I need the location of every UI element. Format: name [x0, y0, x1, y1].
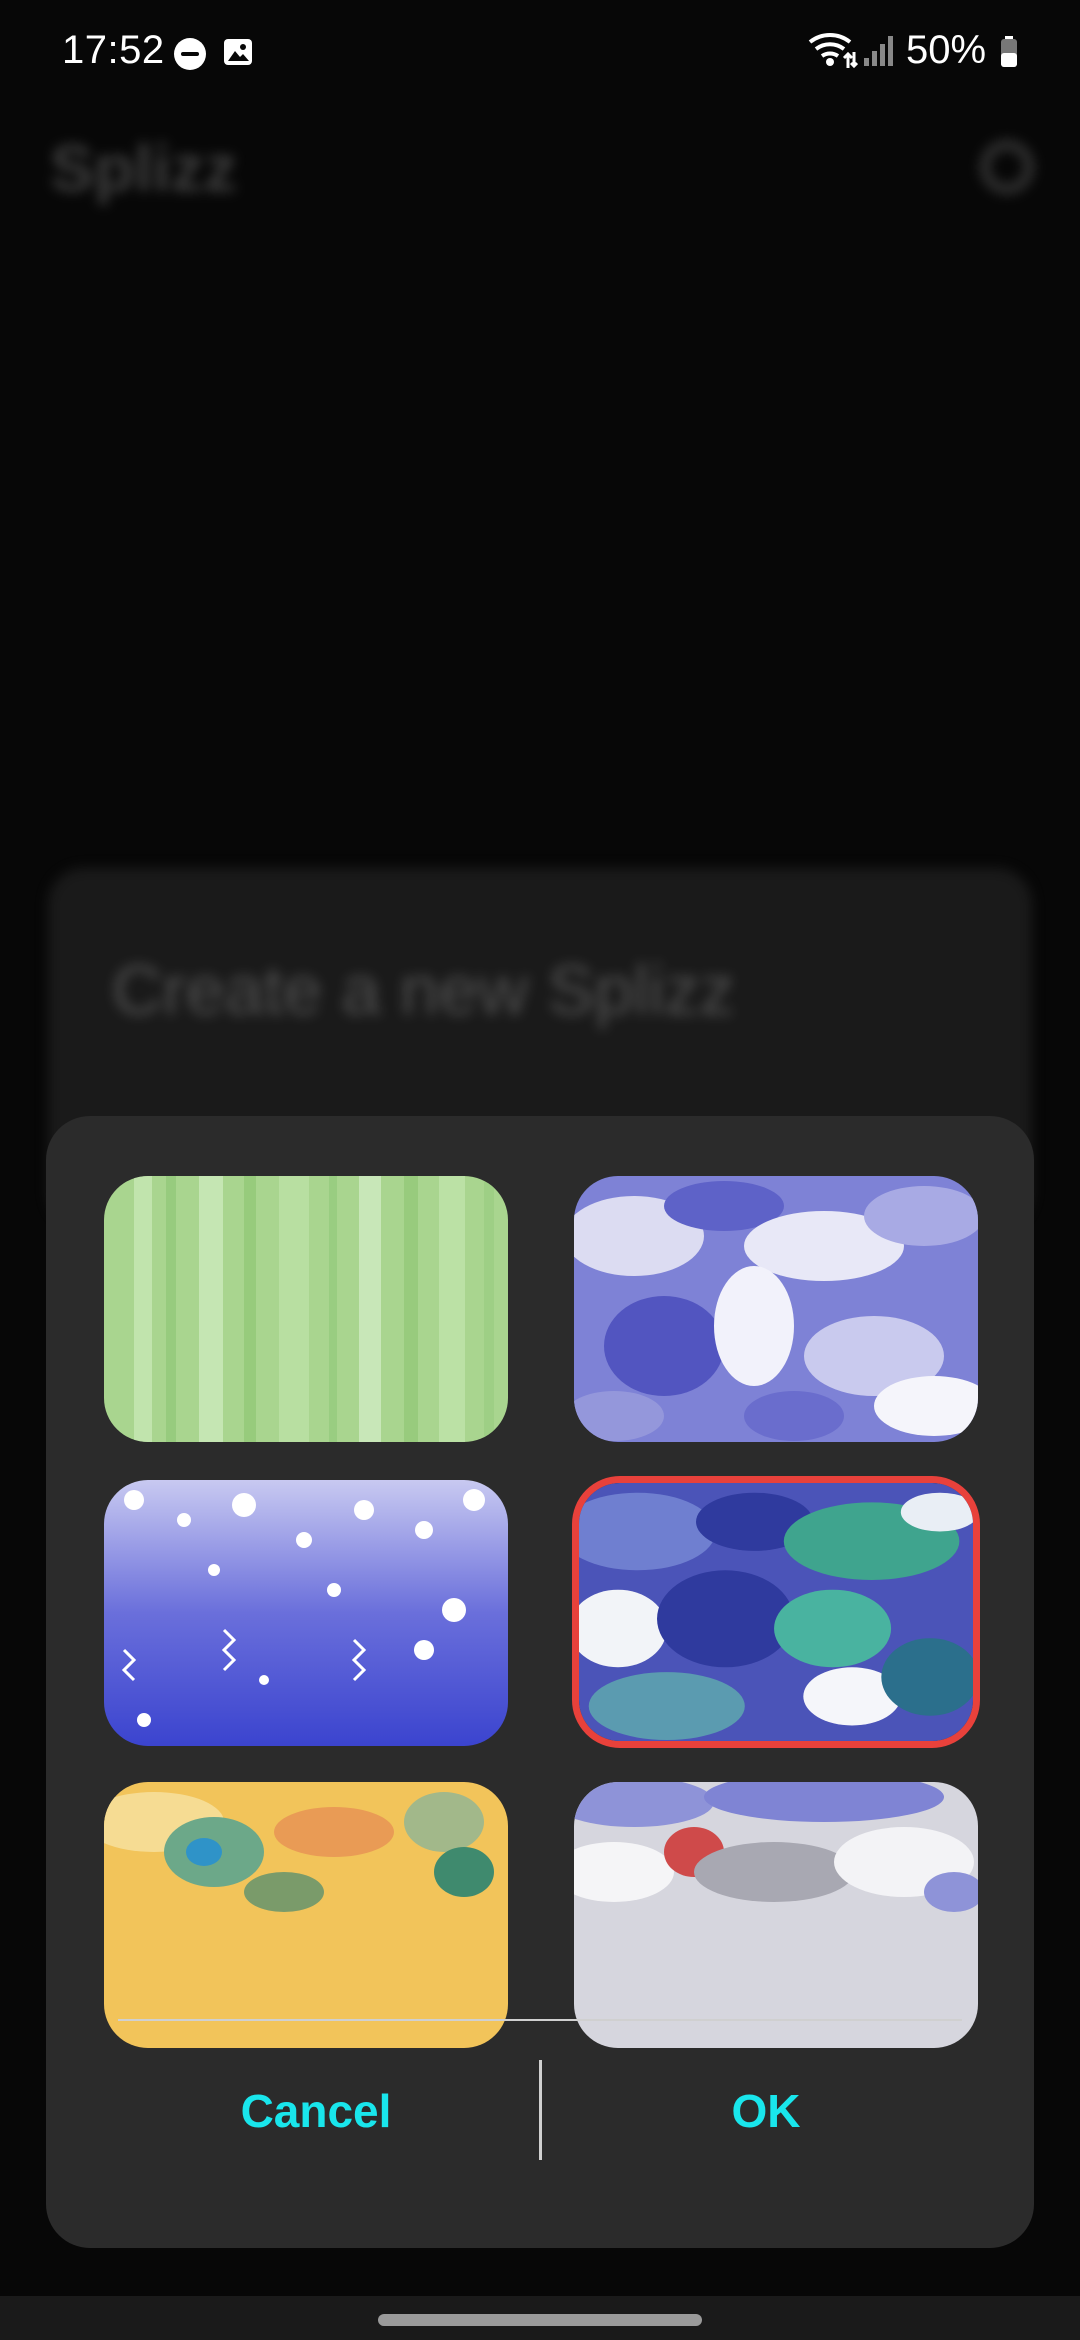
status-bar: 17:52 50%: [0, 0, 1080, 110]
background-option-blue-white-swirl[interactable]: [574, 1176, 978, 1442]
background-option-green-streaks[interactable]: [104, 1176, 508, 1442]
battery-level: 50%: [906, 28, 987, 72]
create-card-label: Create a new Splizz: [112, 951, 735, 1029]
screen: Splizz Create a new Splizz 17:52 50% Can…: [0, 0, 1080, 2340]
cancel-button[interactable]: Cancel: [136, 2076, 496, 2146]
image-icon: [222, 36, 254, 68]
navigation-bar: [0, 2296, 1080, 2340]
status-time: 17:52: [62, 28, 165, 72]
home-indicator[interactable]: [378, 2314, 702, 2326]
do-not-disturb-icon: [174, 38, 206, 70]
ok-button[interactable]: OK: [586, 2076, 946, 2146]
background-option-white-red-blue-swirl[interactable]: [574, 1782, 978, 2048]
signal-icon: [862, 32, 896, 68]
background-option-yellow-green-swirl[interactable]: [104, 1782, 508, 2048]
wifi-icon: [808, 30, 859, 70]
app-title: Splizz: [50, 131, 238, 205]
background-option-blue-bubbles[interactable]: [104, 1480, 508, 1746]
background-option-teal-blue-swirl[interactable]: [572, 1476, 980, 1748]
gear-icon: [980, 140, 1034, 194]
button-separator: [539, 2060, 542, 2160]
background-grid[interactable]: [46, 1176, 1034, 2054]
battery-icon: [1000, 36, 1018, 68]
background-picker-dialog: Cancel OK: [46, 1116, 1034, 2248]
button-divider: [118, 2019, 962, 2021]
